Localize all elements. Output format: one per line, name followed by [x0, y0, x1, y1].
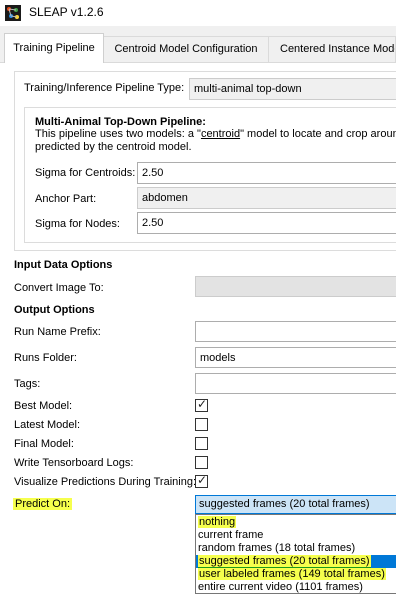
predict-on-dropdown[interactable]: suggested frames (20 total frames)	[195, 495, 396, 514]
runs-folder-input[interactable]: models	[195, 347, 396, 368]
option-entire-current-video[interactable]: entire current video (1101 frames)	[196, 581, 396, 594]
checkmark-icon: ✓	[197, 397, 208, 411]
tensorboard-label: Write Tensorboard Logs:	[14, 457, 134, 469]
sleap-app-icon	[5, 5, 21, 21]
sigma-nodes-label: Sigma for Nodes:	[35, 218, 120, 230]
window-title: SLEAP v1.2.6	[29, 5, 104, 19]
option-random-frames[interactable]: random frames (18 total frames)	[196, 542, 396, 555]
output-options-heading: Output Options	[14, 304, 95, 316]
best-model-label: Best Model:	[14, 400, 73, 412]
convert-image-label: Convert Image To:	[14, 282, 104, 294]
convert-image-dropdown[interactable]	[195, 276, 396, 297]
option-suggested-frames[interactable]: suggested frames (20 total frames)	[196, 555, 396, 569]
option-label: nothing	[198, 516, 237, 528]
description-text-cont: " model to locate and crop around	[240, 128, 396, 140]
predict-on-label: Predict On:	[13, 498, 73, 510]
best-model-checkbox[interactable]: ✓	[195, 397, 208, 412]
pipeline-heading: Multi-Animal Top-Down Pipeline:	[35, 116, 206, 128]
predict-on-options-list: nothing current frame random frames (18 …	[195, 514, 396, 594]
pipeline-type-label: Training/Inference Pipeline Type:	[24, 82, 185, 94]
tab-centroid-model-configuration[interactable]: Centroid Model Configuration	[103, 36, 269, 62]
final-model-checkbox[interactable]	[195, 437, 208, 450]
option-user-labeled-frames[interactable]: user labeled frames (149 total frames)	[196, 568, 396, 581]
tensorboard-checkbox[interactable]	[195, 456, 208, 469]
option-nothing[interactable]: nothing	[196, 516, 396, 529]
visualize-predictions-label: Visualize Predictions During Training:	[14, 476, 196, 488]
pipeline-type-dropdown[interactable]: multi-animal top-down	[189, 78, 396, 100]
sigma-centroids-label: Sigma for Centroids:	[35, 167, 136, 179]
tab-centered-instance-model[interactable]: Centered Instance Mode	[268, 36, 396, 62]
input-data-heading: Input Data Options	[14, 259, 113, 271]
option-label: user labeled frames (149 total frames)	[198, 568, 386, 580]
option-current-frame[interactable]: current frame	[196, 529, 396, 542]
sigma-nodes-input[interactable]: 2.50	[137, 212, 396, 234]
run-name-prefix-input[interactable]	[195, 321, 396, 342]
centroid-link[interactable]: centroid	[201, 128, 240, 140]
window-title-bar: SLEAP v1.2.6	[0, 0, 396, 26]
anchor-part-dropdown[interactable]: abdomen	[137, 187, 396, 209]
pipeline-description-line1: This pipeline uses two models: a "centro…	[35, 128, 396, 140]
anchor-part-label: Anchor Part:	[35, 193, 97, 205]
final-model-label: Final Model:	[14, 438, 74, 450]
sigma-centroids-input[interactable]: 2.50	[137, 162, 396, 184]
pipeline-description-line2: predicted by the centroid model.	[35, 141, 192, 153]
latest-model-checkbox[interactable]	[195, 418, 208, 431]
latest-model-label: Latest Model:	[14, 419, 81, 431]
visualize-predictions-checkbox[interactable]: ✓	[195, 473, 208, 488]
tags-input[interactable]	[195, 373, 396, 394]
description-text: This pipeline uses two models: a "	[35, 128, 201, 140]
tab-training-pipeline[interactable]: Training Pipeline	[4, 33, 104, 63]
tags-label: Tags:	[14, 378, 41, 390]
run-name-prefix-label: Run Name Prefix:	[14, 326, 101, 338]
runs-folder-label: Runs Folder:	[14, 352, 77, 364]
checkmark-icon: ✓	[197, 473, 208, 487]
option-label: suggested frames (20 total frames)	[198, 555, 371, 569]
